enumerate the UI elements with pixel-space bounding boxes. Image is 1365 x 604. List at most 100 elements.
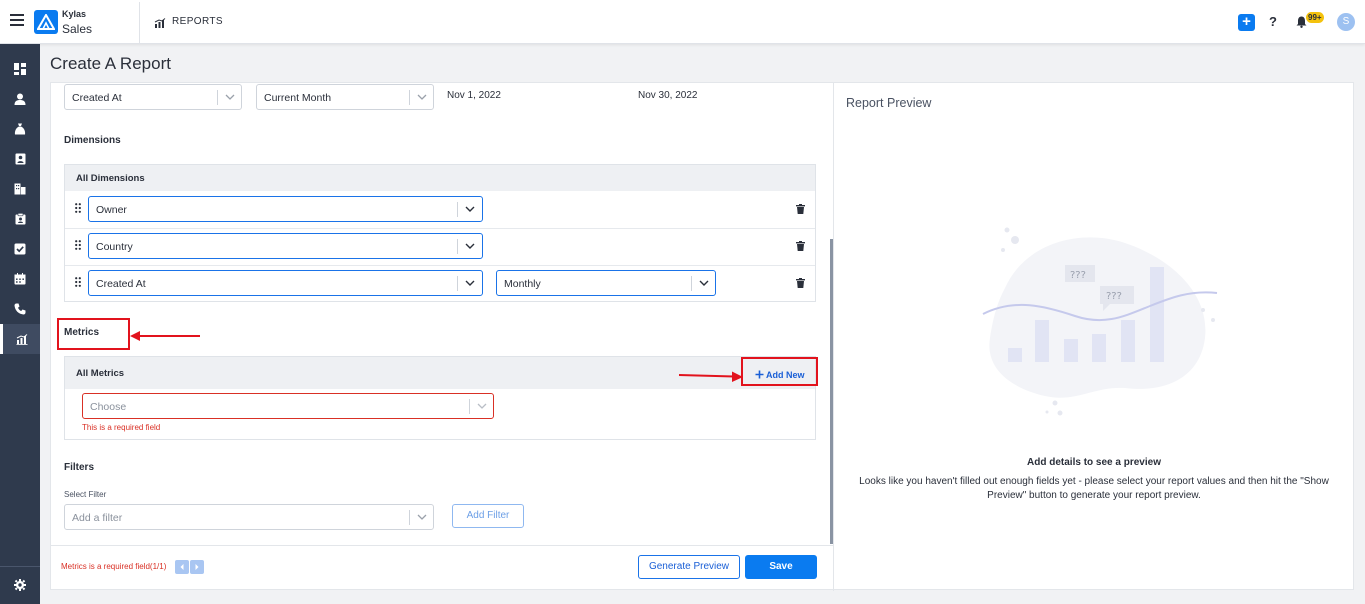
brand-product: Sales bbox=[62, 22, 93, 36]
sidebar-item-users[interactable] bbox=[0, 84, 40, 114]
dimensions-header: All Dimensions bbox=[65, 165, 815, 191]
dimension-select-country[interactable]: Country bbox=[88, 233, 483, 259]
sidebar-divider bbox=[0, 566, 40, 567]
phone-icon bbox=[14, 303, 26, 315]
select-filter-label: Select Filter bbox=[64, 490, 107, 499]
trash-icon[interactable] bbox=[796, 241, 805, 251]
chevron-down-icon bbox=[477, 403, 487, 409]
prev-error-button[interactable] bbox=[175, 560, 189, 574]
filters-label: Filters bbox=[64, 462, 95, 473]
dimension-select-owner[interactable]: Owner bbox=[88, 196, 483, 222]
grouping-value: Monthly bbox=[504, 278, 541, 290]
row-divider bbox=[65, 265, 815, 266]
filter-select[interactable]: Add a filter bbox=[64, 504, 434, 530]
select-separator bbox=[409, 90, 410, 105]
filter-placeholder: Add a filter bbox=[72, 512, 123, 524]
drag-handle-icon[interactable] bbox=[75, 203, 81, 213]
bubble-text-2: ??? bbox=[1106, 291, 1122, 302]
checkbox-icon bbox=[14, 243, 26, 255]
select-separator bbox=[457, 202, 458, 217]
dashboard-icon bbox=[14, 63, 26, 75]
preview-description: Looks like you haven't filled out enough… bbox=[859, 476, 1329, 501]
sidebar-item-dashboard[interactable] bbox=[0, 54, 40, 84]
sidebar-item-companies[interactable] bbox=[0, 174, 40, 204]
clipboard-icon bbox=[15, 213, 25, 225]
generate-preview-button[interactable]: Generate Preview bbox=[638, 555, 740, 579]
sidebar-item-settings[interactable] bbox=[0, 570, 40, 600]
date-field-select[interactable]: Created At bbox=[64, 84, 242, 110]
save-button[interactable]: Save bbox=[745, 555, 817, 579]
sidebar-item-contacts[interactable] bbox=[0, 144, 40, 174]
select-separator bbox=[469, 399, 470, 414]
dimension-select-created-at[interactable]: Created At bbox=[88, 270, 483, 296]
chevron-down-icon bbox=[465, 280, 475, 286]
sidebar-item-calls[interactable] bbox=[0, 294, 40, 324]
footer-error: Metrics is a required field(1/1) bbox=[61, 562, 167, 571]
preview-title: Report Preview bbox=[846, 96, 932, 110]
select-separator bbox=[457, 239, 458, 254]
chevron-right-icon bbox=[195, 564, 199, 570]
grouping-select[interactable]: Monthly bbox=[496, 270, 716, 296]
form-scrollbar[interactable] bbox=[830, 239, 833, 544]
kylas-logo[interactable] bbox=[34, 10, 58, 34]
annotation-arrow-right bbox=[678, 371, 743, 382]
sidebar-item-deals[interactable] bbox=[0, 114, 40, 144]
reports-chart-icon bbox=[154, 16, 166, 34]
calendar-icon bbox=[14, 273, 26, 285]
empty-chart-illustration: ??? ??? bbox=[982, 227, 1218, 416]
reports-icon bbox=[16, 333, 27, 345]
add-new-metric-button[interactable]: Add New bbox=[766, 370, 805, 380]
help-icon[interactable]: ? bbox=[1269, 14, 1277, 29]
drag-handle-icon[interactable] bbox=[75, 277, 81, 287]
bubble-text-1: ??? bbox=[1070, 270, 1086, 281]
chevron-left-icon bbox=[180, 564, 184, 570]
gear-icon bbox=[14, 579, 26, 591]
row-divider bbox=[65, 228, 815, 229]
select-separator bbox=[691, 276, 692, 291]
dimension-value: Created At bbox=[96, 278, 146, 290]
top-bar: Kylas Sales REPORTS + ? 99+ S bbox=[0, 0, 1365, 44]
date-range-value: Current Month bbox=[264, 92, 332, 104]
sidebar bbox=[0, 44, 40, 604]
metric-select[interactable]: Choose bbox=[82, 393, 494, 419]
metric-error: This is a required field bbox=[82, 423, 161, 432]
dimension-value: Country bbox=[96, 241, 133, 253]
money-bag-icon bbox=[14, 123, 26, 135]
chevron-down-icon bbox=[417, 94, 427, 100]
dimension-value: Owner bbox=[96, 204, 127, 216]
dimensions-label: Dimensions bbox=[64, 135, 121, 146]
date-field-value: Created At bbox=[72, 92, 122, 104]
sidebar-item-calendar[interactable] bbox=[0, 264, 40, 294]
sidebar-item-tasks[interactable] bbox=[0, 234, 40, 264]
section-title: REPORTS bbox=[172, 16, 223, 27]
chevron-down-icon bbox=[699, 280, 709, 286]
select-separator bbox=[409, 510, 410, 525]
pane-divider bbox=[833, 83, 834, 591]
quick-add-button[interactable]: + bbox=[1238, 14, 1255, 31]
chevron-down-icon bbox=[465, 206, 475, 212]
avatar[interactable]: S bbox=[1337, 13, 1355, 31]
hamburger-menu-icon[interactable] bbox=[10, 14, 24, 26]
building-icon bbox=[14, 183, 26, 195]
date-end: Nov 30, 2022 bbox=[638, 90, 698, 101]
drag-handle-icon[interactable] bbox=[75, 240, 81, 250]
date-start: Nov 1, 2022 bbox=[447, 90, 501, 101]
date-range-select[interactable]: Current Month bbox=[256, 84, 434, 110]
contact-card-icon bbox=[15, 153, 25, 165]
trash-icon[interactable] bbox=[796, 204, 805, 214]
sidebar-item-tasks-clipboard[interactable] bbox=[0, 204, 40, 234]
annotation-arrow-left bbox=[130, 331, 200, 341]
preview-heading: Add details to see a preview bbox=[1027, 457, 1161, 468]
chevron-down-icon bbox=[225, 94, 235, 100]
metric-placeholder: Choose bbox=[90, 401, 127, 413]
notification-badge: 99+ bbox=[1306, 12, 1324, 23]
trash-icon[interactable] bbox=[796, 278, 805, 288]
chevron-down-icon bbox=[465, 243, 475, 249]
sidebar-item-reports[interactable] bbox=[0, 324, 40, 354]
add-filter-button[interactable]: Add Filter bbox=[452, 504, 524, 528]
page-title: Create A Report bbox=[50, 54, 171, 73]
brand-name: Kylas bbox=[62, 9, 87, 19]
next-error-button[interactable] bbox=[190, 560, 204, 574]
select-separator bbox=[217, 90, 218, 105]
annotation-box-metrics bbox=[57, 318, 130, 350]
